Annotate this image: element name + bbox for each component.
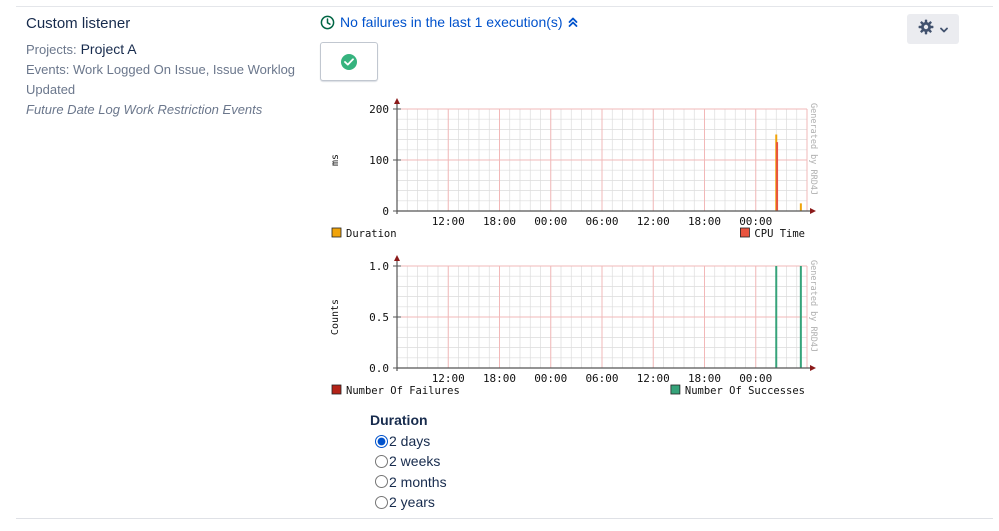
x-tick-label: 12:00 <box>637 215 670 228</box>
x-tick-label: 00:00 <box>739 215 772 228</box>
x-axis-arrow <box>810 365 816 371</box>
duration-option[interactable]: 2 months <box>370 472 447 492</box>
y-axis-label: ms <box>330 154 341 166</box>
x-axis-arrow <box>810 208 816 214</box>
chart-watermark: Generated by RRD4J <box>808 260 818 352</box>
chart-svg: 0 100 200 12:00 18:00 00:00 06:00 12:00 18:00 00:… <box>330 98 818 240</box>
y-axis-arrow <box>394 255 400 261</box>
projects-label: Projects: <box>26 42 77 57</box>
legend-label: Number Of Failures <box>346 385 460 397</box>
listener-title: Custom listener <box>26 15 131 32</box>
legend-swatch <box>670 384 681 395</box>
projects-row: Projects: Project A <box>26 39 316 60</box>
top-divider <box>16 6 993 7</box>
y-tick-label: 100 <box>369 154 389 167</box>
x-tick-label: 18:00 <box>688 215 721 228</box>
listener-info: Custom listener Projects: Project A Event… <box>26 15 316 120</box>
events-line-2: Updated <box>26 82 76 97</box>
duration-radio[interactable] <box>375 475 388 489</box>
duration-title: Duration <box>370 412 428 428</box>
counts-chart: 0.0 0.5 1.0 12:00 18:00 00:00 06:00 12:00 18:00 0… <box>320 253 820 408</box>
x-tick-label: 12:00 <box>637 372 670 385</box>
x-tick-label: 00:00 <box>739 372 772 385</box>
y-tick-label: 0.0 <box>369 362 389 375</box>
y-tick-label: 0.5 <box>369 311 389 324</box>
status-toggle[interactable]: No failures in the last 1 execution(s) <box>320 14 578 30</box>
duration-option-label: 2 years <box>389 494 435 511</box>
listener-description: Future Date Log Work Restriction Events <box>26 102 263 117</box>
x-tick-label: 18:00 <box>483 372 516 385</box>
y-axis-label: Counts <box>330 299 341 335</box>
legend-swatch <box>740 227 750 238</box>
x-tick-label: 12:00 <box>432 372 465 385</box>
clock-icon <box>320 15 335 30</box>
duration-option[interactable]: 2 days <box>370 431 447 451</box>
x-tick-label: 12:00 <box>432 215 465 228</box>
bottom-divider <box>16 518 993 519</box>
x-tick-label: 00:00 <box>534 372 567 385</box>
duration-radio[interactable] <box>375 454 388 468</box>
status-text: No failures in the last 1 execution(s) <box>340 14 563 30</box>
duration-radio[interactable] <box>375 434 388 448</box>
duration-selector: Duration 2 days 2 weeks 2 months 2 years <box>370 412 447 512</box>
y-tick-label: 0 <box>382 205 389 218</box>
events-line-1: Events: Work Logged On Issue, Issue Work… <box>26 62 296 77</box>
axes <box>396 103 810 214</box>
x-tick-label: 18:00 <box>483 215 516 228</box>
projects-value: Project A <box>80 41 137 57</box>
duration-option-label: 2 days <box>389 433 431 450</box>
y-axis-arrow <box>394 98 400 104</box>
double-chevron-up-icon[interactable] <box>568 16 578 28</box>
x-tick-label: 06:00 <box>585 372 618 385</box>
chevron-down-icon <box>940 20 948 38</box>
duration-chart: 0 100 200 12:00 18:00 00:00 06:00 12:00 18:00 00:… <box>320 96 820 251</box>
gear-icon <box>918 19 934 40</box>
chart-svg: 0.0 0.5 1.0 12:00 18:00 00:00 06:00 12:00 18:00 0… <box>330 255 818 397</box>
legend-swatch <box>331 384 342 395</box>
y-tick-label: 1.0 <box>369 260 389 273</box>
actions-menu-button[interactable] <box>907 14 959 44</box>
axes <box>396 260 810 371</box>
duration-option[interactable]: 2 weeks <box>370 451 447 471</box>
chart-watermark: Generated by RRD4J <box>808 103 818 195</box>
y-tick-label: 200 <box>369 103 389 116</box>
check-circle-icon <box>341 53 357 70</box>
duration-option-label: 2 weeks <box>389 453 441 470</box>
duration-radio[interactable] <box>375 495 388 509</box>
legend-label: CPU Time <box>754 228 805 240</box>
x-tick-label: 18:00 <box>688 372 721 385</box>
legend-swatch <box>331 227 342 238</box>
x-tick-label: 06:00 <box>585 215 618 228</box>
duration-option[interactable]: 2 years <box>370 492 447 512</box>
legend-label: Number Of Successes <box>685 385 805 397</box>
execution-result-button[interactable] <box>320 42 378 81</box>
duration-option-label: 2 months <box>389 473 447 490</box>
legend-label: Duration <box>346 228 397 240</box>
x-tick-label: 00:00 <box>534 215 567 228</box>
